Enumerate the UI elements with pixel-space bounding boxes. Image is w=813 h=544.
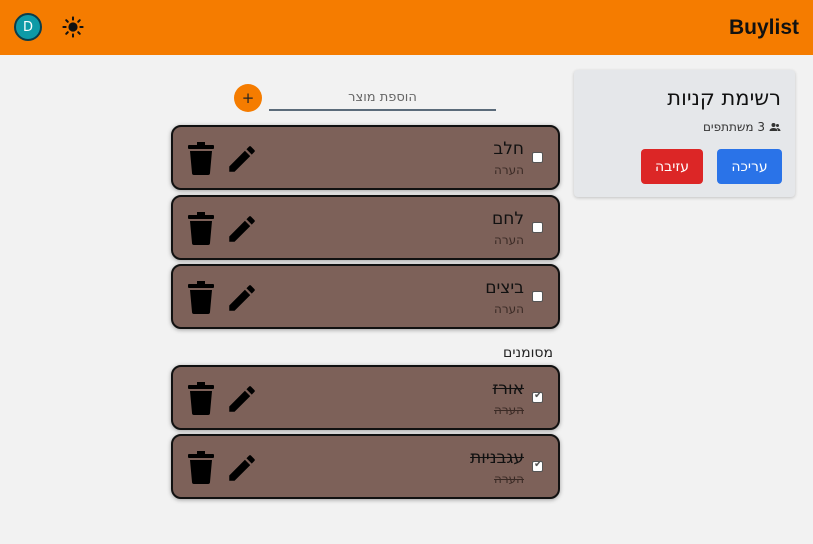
add-product-input[interactable] (269, 86, 496, 111)
list-item[interactable]: חלב הערה (171, 125, 560, 190)
pencil-icon[interactable] (225, 142, 259, 176)
pencil-icon[interactable] (225, 212, 259, 246)
item-note: הערה (494, 163, 524, 177)
trash-icon[interactable] (188, 142, 214, 175)
list-item[interactable]: אורז הערה (171, 365, 560, 430)
pencil-icon[interactable] (225, 451, 259, 485)
sun-icon[interactable] (62, 16, 84, 38)
people-icon (769, 123, 781, 131)
top-bar: D Buylist (0, 0, 813, 55)
item-name: עגבניות (470, 448, 524, 468)
item-note: הערה (494, 302, 524, 316)
checked-section-label: מסומנים (503, 345, 553, 361)
item-note: הערה (494, 472, 524, 486)
item-name: ביצים (485, 278, 524, 298)
item-checkbox[interactable] (532, 291, 543, 302)
app-brand[interactable]: Buylist (729, 16, 799, 40)
item-note: הערה (494, 403, 524, 417)
item-note: הערה (494, 233, 524, 247)
item-checkbox[interactable] (532, 459, 543, 472)
item-name: חלב (493, 139, 524, 159)
add-product-button[interactable]: + (234, 84, 262, 112)
trash-icon[interactable] (188, 451, 214, 484)
participants-count: 3 משתתפים (703, 120, 781, 134)
trash-icon[interactable] (188, 212, 214, 245)
list-item[interactable]: ביצים הערה (171, 264, 560, 329)
item-checkbox[interactable] (532, 152, 543, 163)
item-checkbox[interactable] (532, 390, 543, 403)
pencil-icon[interactable] (225, 281, 259, 315)
list-item[interactable]: לחם הערה (171, 195, 560, 260)
item-name: לחם (491, 209, 524, 229)
item-checkbox[interactable] (532, 222, 543, 233)
avatar[interactable]: D (14, 13, 42, 41)
trash-icon[interactable] (188, 281, 214, 314)
list-item[interactable]: עגבניות הערה (171, 434, 560, 499)
participants-label: 3 משתתפים (702, 120, 765, 134)
pencil-icon[interactable] (225, 382, 259, 416)
edit-list-button[interactable]: עריכה (717, 149, 782, 184)
list-info-card: רשימת קניות 3 משתתפים עריכה עזיבה (574, 70, 795, 197)
list-title: רשימת קניות (667, 86, 781, 110)
trash-icon[interactable] (188, 382, 214, 415)
item-name: אורז (492, 379, 524, 399)
leave-list-button[interactable]: עזיבה (641, 149, 703, 184)
